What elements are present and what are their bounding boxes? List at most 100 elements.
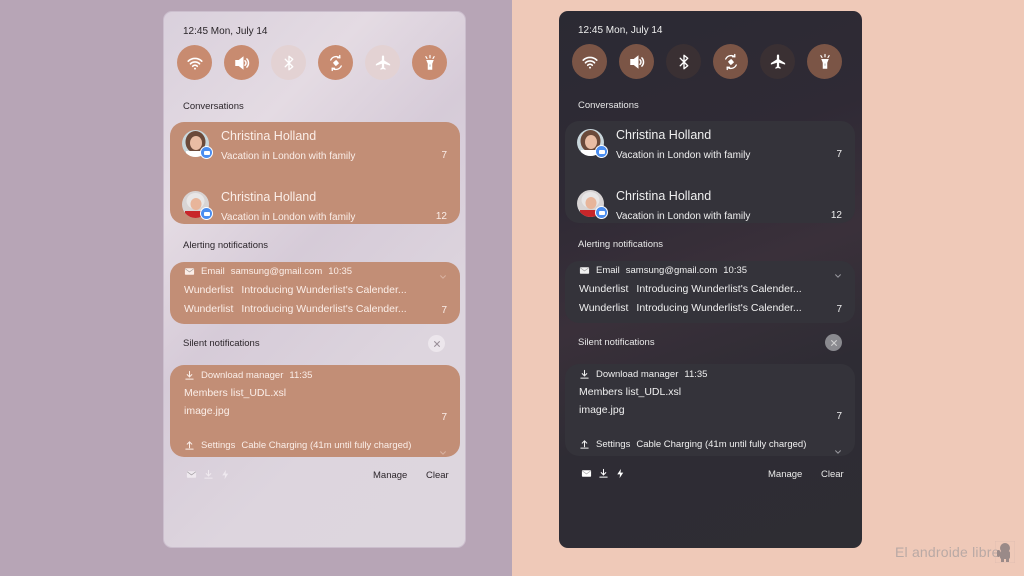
- charging-status: Cable Charging (41m until fully charged): [636, 439, 807, 450]
- email-notification-card[interactable]: Email samsung@gmail.com 10:35 Wunderlist…: [565, 261, 855, 323]
- settings-app-name: Settings: [596, 439, 631, 450]
- quick-toggle-wifi[interactable]: [572, 44, 607, 79]
- email-count: 7: [836, 304, 842, 315]
- settings-notification: Settings Cable Charging (41m until fully…: [579, 439, 806, 450]
- quick-settings-row: [177, 45, 457, 81]
- chevron-down-icon[interactable]: [439, 444, 447, 455]
- download-time: 11:35: [684, 369, 708, 380]
- email-subject: Introducing Wunderlist's Calender...: [241, 284, 407, 296]
- auto-rotate-icon: [327, 54, 345, 72]
- download-app-name: Download manager: [596, 369, 679, 380]
- status-icons: [581, 468, 626, 479]
- email-notification-card[interactable]: Email samsung@gmail.com 10:35 Wunderlist…: [170, 262, 460, 324]
- dismiss-silent-button[interactable]: [428, 335, 445, 352]
- conversation-sender: Christina Holland: [616, 128, 712, 142]
- bluetooth-icon: [280, 54, 298, 72]
- watermark-text: El androide libre: [895, 544, 1000, 560]
- section-alerting: Alerting notifications: [183, 240, 269, 251]
- airplane-icon: [769, 53, 787, 71]
- flashlight-icon: [816, 53, 834, 71]
- quick-toggle-airplane[interactable]: [365, 45, 400, 80]
- download-header: Download manager 11:35: [184, 370, 312, 381]
- upload-icon: [579, 439, 590, 450]
- section-silent: Silent notifications: [183, 338, 260, 349]
- chevron-down-icon[interactable]: [834, 443, 842, 454]
- manage-button[interactable]: Manage: [373, 470, 407, 481]
- wifi-icon: [581, 53, 599, 71]
- volume-icon: [233, 54, 251, 72]
- messages-badge-icon: [595, 145, 608, 158]
- download-file: image.jpg: [184, 405, 230, 417]
- email-header: Email samsung@gmail.com 10:35: [579, 265, 747, 276]
- quick-toggle-volume[interactable]: [224, 45, 259, 80]
- quick-toggle-auto-rotate[interactable]: [713, 44, 748, 79]
- conversation-item[interactable]: Christina Holland Vacation in London wit…: [170, 182, 460, 232]
- conversation-message: Vacation in London with family: [616, 211, 751, 222]
- conversations-card: Christina Holland Vacation in London wit…: [565, 121, 855, 223]
- email-sender: Wunderlist: [579, 302, 629, 314]
- email-time: 10:35: [723, 265, 748, 276]
- conversation-message: Vacation in London with family: [221, 151, 356, 162]
- status-icons: [186, 469, 231, 480]
- manage-button[interactable]: Manage: [768, 469, 802, 480]
- conversation-message: Vacation in London with family: [221, 212, 356, 223]
- conversations-card: Christina Holland Vacation in London wit…: [170, 122, 460, 224]
- bluetooth-icon: [675, 53, 693, 71]
- conversation-sender: Christina Holland: [221, 129, 317, 143]
- conversation-message: Vacation in London with family: [616, 150, 751, 161]
- quick-toggle-airplane[interactable]: [760, 44, 795, 79]
- clock-date: 12:45 Mon, July 14: [183, 26, 268, 37]
- charging-status: Cable Charging (41m until fully charged): [241, 440, 412, 451]
- mail-icon: [579, 265, 590, 276]
- flashlight-icon: [421, 54, 439, 72]
- notification-panel-dark: 12:45 Mon, July 14 Conversations Christi…: [559, 11, 862, 548]
- mail-icon: [186, 469, 197, 480]
- email-subject: Introducing Wunderlist's Calender...: [636, 283, 802, 295]
- clear-button[interactable]: Clear: [821, 469, 844, 480]
- dismiss-silent-button[interactable]: [825, 334, 842, 351]
- android-mascot-icon: [995, 541, 1015, 563]
- section-conversations: Conversations: [578, 100, 639, 111]
- conversation-item[interactable]: Christina Holland Vacation in London wit…: [565, 121, 855, 171]
- quick-toggle-bluetooth[interactable]: [271, 45, 306, 80]
- conversation-item[interactable]: Christina Holland Vacation in London wit…: [170, 122, 460, 172]
- quick-toggle-flashlight[interactable]: [807, 44, 842, 79]
- quick-toggle-volume[interactable]: [619, 44, 654, 79]
- chevron-down-icon[interactable]: [439, 268, 447, 279]
- quick-toggle-bluetooth[interactable]: [666, 44, 701, 79]
- clear-button[interactable]: Clear: [426, 470, 449, 481]
- quick-toggle-wifi[interactable]: [177, 45, 212, 80]
- notification-panel-light: 12:45 Mon, July 14 Conversations Christi…: [163, 11, 466, 548]
- email-subject: Introducing Wunderlist's Calender...: [241, 303, 407, 315]
- silent-notification-card[interactable]: Download manager 11:35 Members list_UDL.…: [565, 364, 855, 456]
- download-file: Members list_UDL.xsl: [579, 386, 682, 398]
- chevron-down-icon[interactable]: [834, 267, 842, 278]
- quick-settings-row: [572, 44, 852, 80]
- airplane-icon: [374, 54, 392, 72]
- quick-toggle-flashlight[interactable]: [412, 45, 447, 80]
- download-icon: [598, 468, 609, 479]
- conversation-count: 12: [435, 211, 447, 222]
- email-sender: Wunderlist: [579, 283, 629, 295]
- download-time: 11:35: [289, 370, 313, 381]
- email-sender: Wunderlist: [184, 303, 234, 315]
- email-subject: Introducing Wunderlist's Calender...: [636, 302, 802, 314]
- email-app-name: Email: [201, 266, 225, 277]
- wifi-icon: [186, 54, 204, 72]
- conversation-item[interactable]: Christina Holland Vacation in London wit…: [565, 181, 855, 231]
- quick-toggle-auto-rotate[interactable]: [318, 45, 353, 80]
- messages-badge-icon: [200, 146, 213, 159]
- email-account: samsung@gmail.com: [230, 266, 323, 277]
- auto-rotate-icon: [722, 53, 740, 71]
- conversation-count: 7: [836, 149, 842, 160]
- bolt-icon: [220, 469, 231, 480]
- volume-icon: [628, 53, 646, 71]
- silent-notification-card[interactable]: Download manager 11:35 Members list_UDL.…: [170, 365, 460, 457]
- download-icon: [184, 370, 195, 381]
- clock-date: 12:45 Mon, July 14: [578, 25, 663, 36]
- section-alerting: Alerting notifications: [578, 239, 664, 250]
- download-file: image.jpg: [579, 404, 625, 416]
- email-time: 10:35: [328, 266, 353, 277]
- email-account: samsung@gmail.com: [625, 265, 718, 276]
- download-icon: [579, 369, 590, 380]
